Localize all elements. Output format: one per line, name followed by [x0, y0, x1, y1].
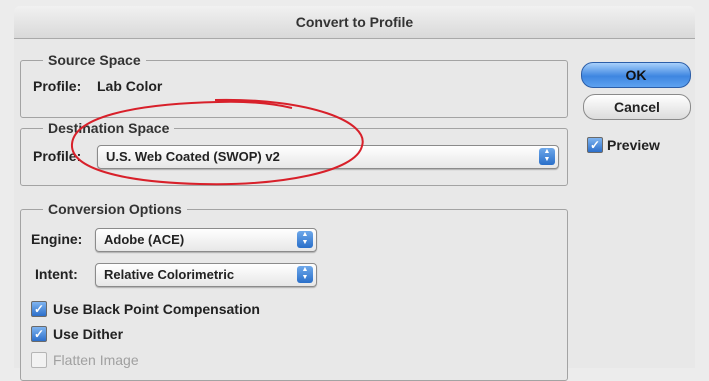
- titlebar: Convert to Profile: [14, 6, 695, 39]
- source-space-group: Source Space Profile: Lab Color: [20, 52, 568, 118]
- source-space-legend: Source Space: [43, 52, 146, 68]
- black-point-checkbox[interactable]: ✓: [31, 301, 47, 317]
- preview-checkbox[interactable]: ✓: [587, 137, 603, 153]
- destination-profile-value: U.S. Web Coated (SWOP) v2: [106, 149, 280, 164]
- preview-label: Preview: [607, 137, 660, 153]
- select-arrows-icon: ▲ ▼: [297, 266, 313, 283]
- ok-button[interactable]: OK: [581, 62, 691, 88]
- engine-value: Adobe (ACE): [104, 232, 185, 247]
- intent-label: Intent:: [35, 266, 78, 282]
- intent-select[interactable]: Relative Colorimetric ▲ ▼: [95, 263, 317, 287]
- source-profile-label: Profile:: [33, 78, 82, 94]
- destination-space-legend: Destination Space: [43, 120, 175, 136]
- conversion-options-legend: Conversion Options: [43, 201, 187, 217]
- dialog-body: Source Space Profile: Lab Color Destinat…: [14, 39, 695, 381]
- select-arrows-icon: ▲ ▼: [297, 231, 313, 248]
- flatten-image-checkbox[interactable]: ✓: [31, 352, 47, 368]
- engine-label: Engine:: [31, 231, 83, 247]
- engine-select[interactable]: Adobe (ACE) ▲ ▼: [95, 228, 317, 252]
- conversion-options-group: Conversion Options Engine: Adobe (ACE) ▲…: [20, 201, 568, 381]
- black-point-label: Use Black Point Compensation: [53, 301, 260, 317]
- intent-value: Relative Colorimetric: [104, 267, 235, 282]
- dialog-title: Convert to Profile: [295, 14, 414, 30]
- dither-checkbox[interactable]: ✓: [31, 326, 47, 342]
- destination-space-group: Destination Space Profile: U.S. Web Coat…: [20, 120, 568, 186]
- cancel-button[interactable]: Cancel: [583, 94, 691, 120]
- dither-label: Use Dither: [53, 326, 124, 342]
- select-arrows-icon: ▲ ▼: [539, 148, 555, 165]
- destination-profile-label: Profile:: [33, 148, 82, 164]
- source-profile-value: Lab Color: [97, 78, 163, 94]
- destination-profile-select[interactable]: U.S. Web Coated (SWOP) v2 ▲ ▼: [97, 145, 559, 169]
- flatten-image-label: Flatten Image: [53, 352, 139, 368]
